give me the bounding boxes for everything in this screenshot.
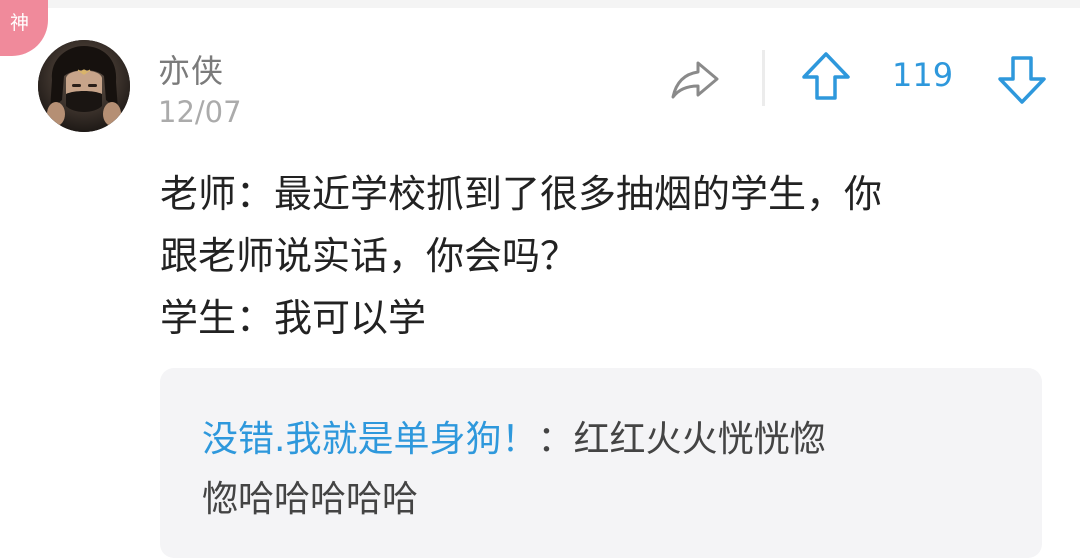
comment-content: 老师：最近学校抓到了很多抽烟的学生，你 跟老师说实话，你会吗？ 学生：我可以学: [160, 163, 1040, 349]
avatar[interactable]: [38, 40, 130, 132]
badge-label: 神: [10, 12, 30, 34]
downvote-button[interactable]: [996, 52, 1048, 106]
upvote-icon: [802, 52, 850, 100]
action-divider: [762, 50, 765, 106]
username[interactable]: 亦侠: [158, 46, 224, 92]
reply-line: 没错.我就是单身狗！：红红火火恍恍惚: [202, 410, 1014, 470]
share-button[interactable]: [668, 57, 722, 103]
comment-line: 学生：我可以学: [160, 296, 427, 340]
reply-separator: ：: [537, 419, 574, 460]
vote-count: 119: [892, 56, 954, 94]
reply-line: 惚哈哈哈哈哈: [202, 470, 1014, 530]
reply-text: 红红火火恍恍惚: [573, 419, 826, 460]
comment-line: 老师：最近学校抓到了很多抽烟的学生，你: [160, 172, 883, 216]
reply-box[interactable]: 没错.我就是单身狗！：红红火火恍恍惚 惚哈哈哈哈哈: [160, 368, 1042, 558]
post-date: 12/07: [158, 95, 242, 129]
downvote-icon: [998, 56, 1046, 104]
avatar-icon: [38, 40, 130, 132]
upvote-button[interactable]: [800, 50, 852, 104]
comment-line: 跟老师说实话，你会吗？: [160, 234, 579, 278]
share-icon: [671, 61, 719, 99]
god-comment-badge: 神: [0, 0, 48, 56]
reply-text: 惚哈哈哈哈哈: [202, 479, 419, 520]
top-divider: [0, 0, 1080, 8]
reply-author[interactable]: 没错.我就是单身狗！: [202, 419, 537, 460]
